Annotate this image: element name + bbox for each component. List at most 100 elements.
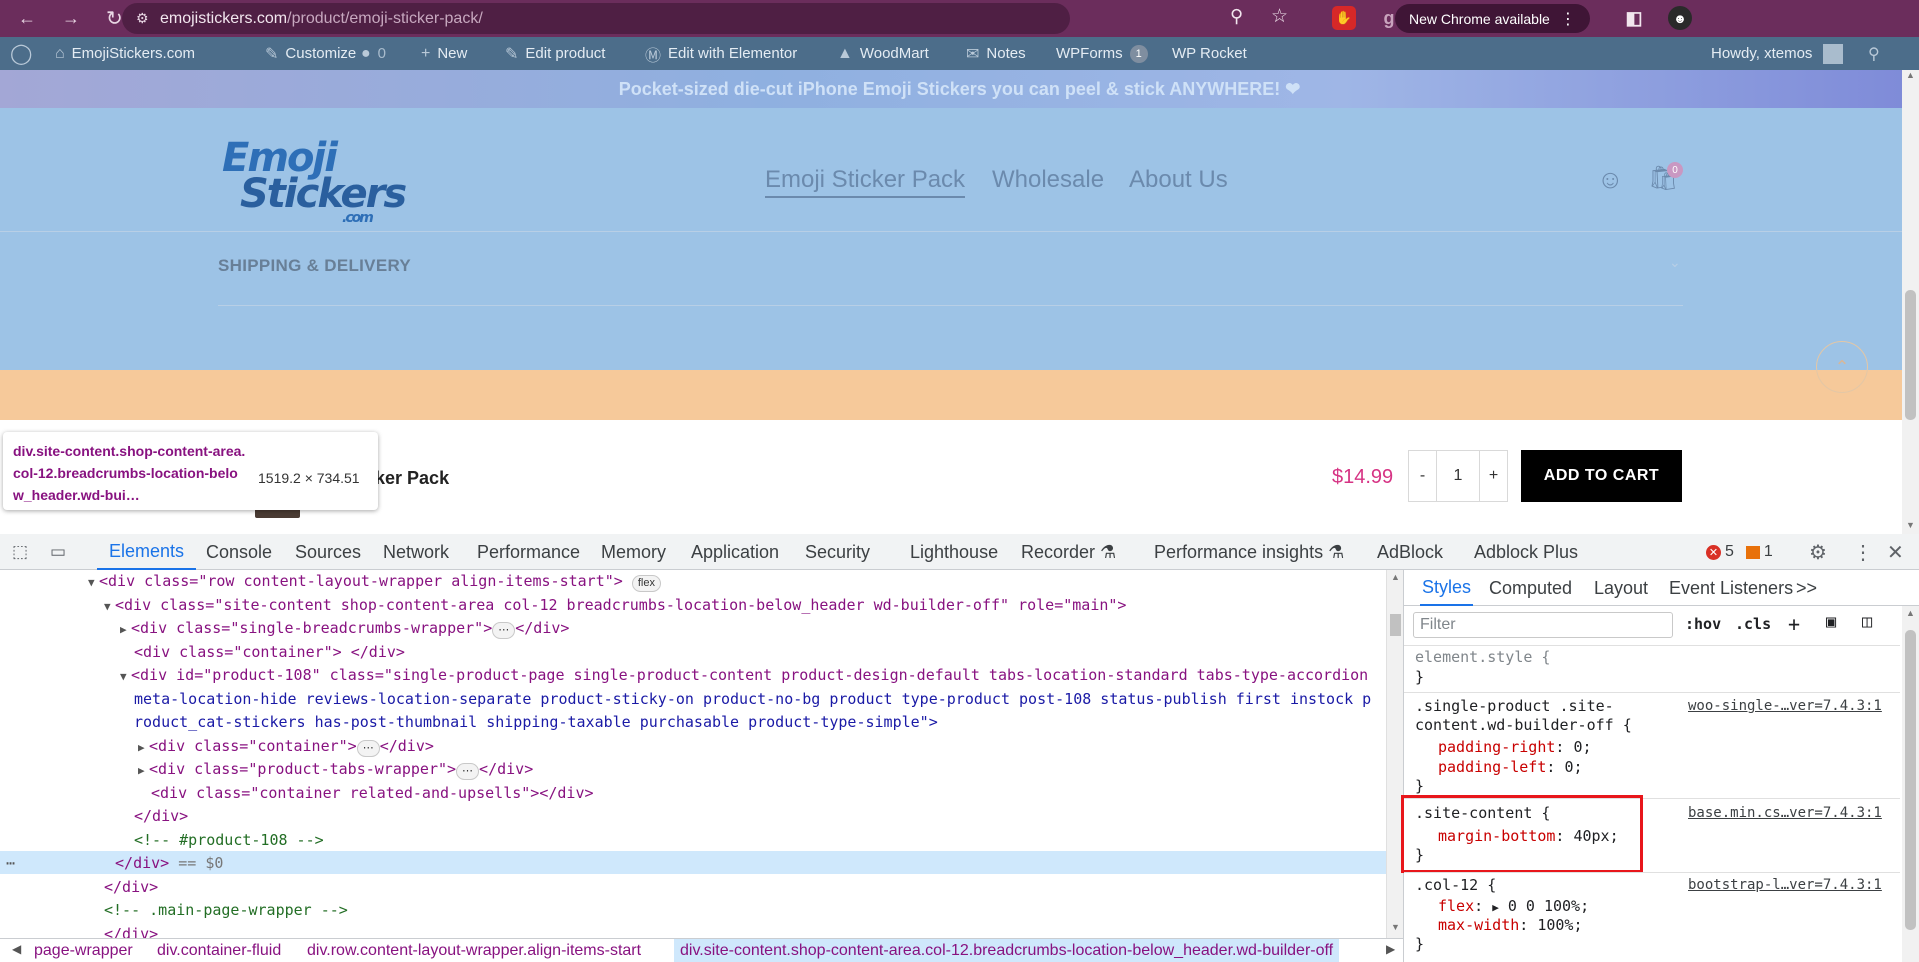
tab-memory[interactable]: Memory [601, 534, 666, 570]
dom-node-close[interactable]: </div> [104, 876, 158, 900]
dom-node-tabs-wrapper[interactable]: ▶ <div class="product-tabs-wrapper"> ⋯ </di… [138, 758, 533, 783]
wp-woodmart-link[interactable]: ▲ WoodMart [837, 37, 929, 70]
dom-node-container[interactable]: <div class="container"> </div> [134, 641, 405, 665]
scrollbar-thumb[interactable] [1905, 290, 1916, 420]
wp-comments-link[interactable]: ● 0 [361, 37, 386, 70]
paint-icon[interactable]: ▣ [1826, 612, 1836, 632]
adblock-extension-icon[interactable]: ✋ [1332, 6, 1356, 30]
add-rule-icon[interactable]: + [1788, 612, 1800, 636]
css-declaration[interactable]: max-width: 100%; [1438, 916, 1583, 934]
dom-node-related[interactable]: <div class="container related-and-upsell… [151, 782, 594, 806]
tab-adblock[interactable]: AdBlock [1377, 534, 1443, 570]
dom-comment[interactable]: <!-- #product-108 --> [134, 829, 324, 853]
add-to-cart-button[interactable]: ADD TO CART [1521, 450, 1682, 502]
crumb-item[interactable]: page-wrapper [34, 942, 133, 960]
scroll-down-icon[interactable]: ▼ [1906, 520, 1915, 530]
tab-recorder[interactable]: Recorder ⚗ [1021, 534, 1116, 570]
shipping-accordion-title[interactable]: SHIPPING & DELIVERY [218, 256, 411, 276]
rule-source-link[interactable]: base.min.cs…ver=7.4.3:1 [1688, 805, 1882, 821]
more-vertical-icon[interactable]: ⋮ [1853, 534, 1873, 570]
update-chrome-button[interactable]: New Chrome available ⋮ [1395, 4, 1590, 33]
class-toggle[interactable]: .cls [1735, 615, 1771, 633]
qty-input[interactable]: 1 [1436, 450, 1480, 502]
qty-plus-button[interactable]: + [1479, 450, 1508, 502]
scroll-up-icon[interactable]: ▲ [1906, 608, 1915, 618]
settings-gear-icon[interactable]: ⚙ [1809, 534, 1827, 570]
tab-application[interactable]: Application [691, 534, 779, 570]
tab-console[interactable]: Console [206, 534, 272, 570]
tab-network[interactable]: Network [383, 534, 449, 570]
account-icon[interactable]: ☺ [1597, 164, 1624, 195]
wp-customize-link[interactable]: ✎ Customize [265, 37, 356, 70]
rule-source-link[interactable]: bootstrap-l…ver=7.4.3:1 [1688, 877, 1882, 893]
address-bar[interactable]: ⚙ emojistickers.com/product/emoji-sticke… [122, 3, 1070, 34]
tab-elements[interactable]: Elements [97, 534, 197, 570]
tab-lighthouse[interactable]: Lighthouse [910, 534, 998, 570]
nav-about-us[interactable]: About Us [1129, 166, 1228, 194]
forward-icon[interactable]: → [62, 0, 80, 37]
crumb-item[interactable]: div.row.content-layout-wrapper.align-ite… [307, 942, 641, 960]
scroll-up-icon[interactable]: ▲ [1391, 572, 1400, 582]
css-declaration[interactable]: flex: ▶ 0 0 100%; [1438, 897, 1589, 915]
scroll-down-icon[interactable]: ▼ [1391, 922, 1400, 932]
elements-scrollbar[interactable]: ▲ ▼ [1386, 570, 1403, 938]
wp-rocket-link[interactable]: WP Rocket [1172, 37, 1247, 70]
qty-minus-button[interactable]: - [1408, 450, 1437, 502]
chevron-down-icon[interactable]: ⌄ [1669, 254, 1681, 271]
issues-counter[interactable]: ✕ 5 1 [1706, 534, 1773, 570]
back-icon[interactable]: ← [18, 0, 36, 37]
rule-selector[interactable]: .col-12 { [1415, 876, 1496, 894]
dom-node-product[interactable]: ▼ <div id="product-108" class="single-pro… [120, 664, 1368, 689]
dom-node-close[interactable]: </div> [134, 805, 188, 829]
styles-scrollbar[interactable]: ▲ [1902, 606, 1919, 962]
dom-node-close[interactable]: </div> [104, 923, 158, 939]
scrollbar-thumb[interactable] [1390, 614, 1401, 636]
wp-elementor-link[interactable]: Ⓜ Edit with Elementor [645, 37, 797, 70]
tab-performance-insights[interactable]: Performance insights ⚗ [1154, 534, 1344, 570]
dom-node-site-content[interactable]: ▼ <div class="site-content shop-content-a… [104, 594, 1126, 619]
side-panel-icon[interactable]: ◧ [1622, 6, 1646, 30]
nav-emoji-sticker-pack[interactable]: Emoji Sticker Pack [765, 166, 966, 198]
reload-icon[interactable]: ↻ [106, 0, 123, 37]
page-scrollbar[interactable]: ▲ ▼ [1902, 70, 1919, 534]
device-toolbar-icon[interactable]: ▭ [50, 534, 66, 570]
tab-styles[interactable]: Styles [1420, 570, 1474, 606]
tab-security[interactable]: Security [805, 534, 870, 570]
wp-site-link[interactable]: ⌂ EmojiStickers.com [55, 37, 195, 70]
rule-selector[interactable]: content.wd-builder-off { [1415, 716, 1632, 734]
wordpress-logo-icon[interactable]: ◯ [10, 37, 32, 70]
tab-sources[interactable]: Sources [295, 534, 361, 570]
rule-selector[interactable]: .single-product .site- [1415, 697, 1614, 715]
rule-source-link[interactable]: woo-single-…ver=7.4.3:1 [1688, 698, 1882, 714]
crumb-item-selected[interactable]: div.site-content.shop-content-area.col-1… [674, 939, 1340, 962]
tab-performance[interactable]: Performance [477, 534, 580, 570]
tab-layout[interactable]: Layout [1594, 570, 1648, 606]
scroll-up-icon[interactable]: ▲ [1906, 70, 1915, 80]
wp-howdy-user[interactable]: Howdy, xtemos [1711, 37, 1844, 70]
tab-adblock-plus[interactable]: Adblock Plus [1474, 534, 1578, 570]
crumb-scroll-left-icon[interactable]: ◀ [12, 942, 21, 956]
element-style-selector[interactable]: element.style { [1415, 648, 1550, 666]
profile-avatar[interactable]: ☻ [1668, 6, 1692, 30]
scroll-to-top-button[interactable]: ⌃ [1816, 341, 1868, 393]
inspect-element-icon[interactable]: ⬚ [12, 534, 28, 570]
css-declaration[interactable]: padding-right: 0; [1438, 738, 1592, 756]
dom-comment[interactable]: <!-- .main-page-wrapper --> [104, 899, 348, 923]
wp-search-icon[interactable]: ⚲ [1868, 37, 1880, 70]
sidebar-toggle-icon[interactable]: ◫ [1862, 612, 1872, 632]
zoom-icon[interactable]: ⚲ [1230, 6, 1243, 27]
styles-filter-input[interactable]: Filter [1413, 612, 1673, 638]
hover-state-toggle[interactable]: :hov [1685, 615, 1721, 633]
wp-wpforms-link[interactable]: WPForms 1 [1056, 37, 1148, 70]
wp-edit-product-link[interactable]: ✎ Edit product [505, 37, 605, 70]
flex-badge[interactable]: flex [631, 575, 661, 592]
css-declaration[interactable]: padding-left: 0; [1438, 758, 1583, 776]
dom-node-selected[interactable]: ⋯ </div> == $0 [0, 852, 223, 876]
dom-node-breadcrumbs[interactable]: ▶ <div class="single-breadcrumbs-wrapper"… [120, 617, 569, 642]
dom-node-row-wrapper[interactable]: ▼ <div class="row content-layout-wrapper … [88, 570, 661, 595]
scrollbar-thumb[interactable] [1905, 630, 1916, 930]
crumb-scroll-right-icon[interactable]: ▶ [1386, 942, 1395, 956]
tab-computed[interactable]: Computed [1489, 570, 1572, 606]
more-tabs-chevron[interactable]: >> [1796, 570, 1817, 606]
site-logo[interactable]: Emoji Stickers .com [222, 138, 407, 225]
